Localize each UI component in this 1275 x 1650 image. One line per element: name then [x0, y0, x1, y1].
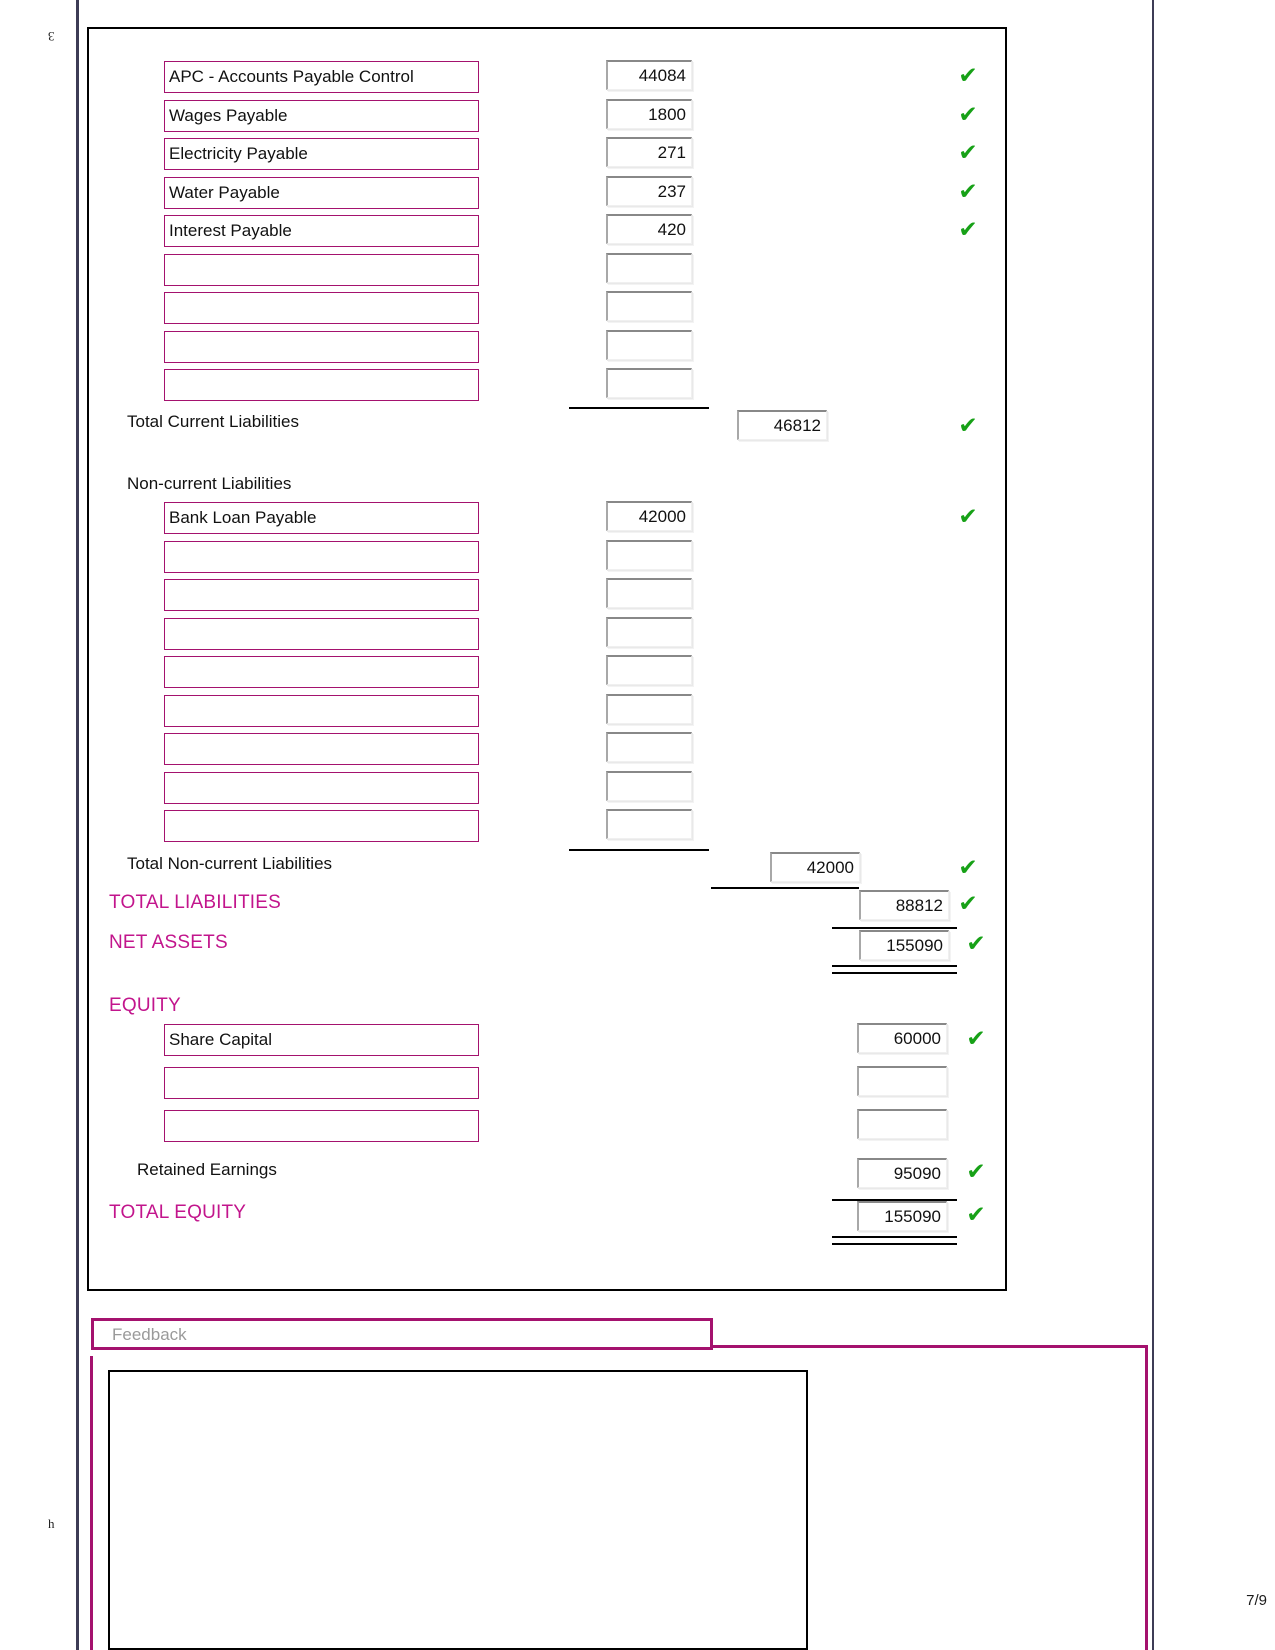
total-current-liabilities-value[interactable]: 46812 — [737, 410, 827, 440]
total-current-liabilities-label: Total Current Liabilities — [127, 412, 299, 431]
account-amount-input-ncl-3[interactable] — [606, 616, 692, 647]
total-liabilities-label: TOTAL LIABILITIES — [109, 892, 281, 913]
account-amount-input-ncl-6[interactable] — [606, 732, 692, 762]
total-liabilities-value[interactable]: 88812 — [859, 890, 949, 920]
account-amount-input-ncl-8[interactable] — [606, 809, 692, 839]
account-name-input-cl-2[interactable]: Electricity Payable — [164, 138, 479, 170]
account-amount-input-ncl-7[interactable] — [606, 770, 692, 801]
account-amount-input-cl-8[interactable] — [606, 368, 692, 398]
total-non-current-liabilities-underline — [711, 887, 859, 889]
row-check-icon-ncl-0: ✔ — [958, 504, 978, 530]
account-amount-input-ncl-2[interactable] — [606, 578, 692, 608]
account-amount-input-cl-4[interactable]: 420 — [606, 214, 692, 244]
feedback-header-box: Feedback — [91, 1318, 713, 1350]
total-equity-double-underline — [832, 1236, 957, 1245]
retained-earnings-check-icon: ✔ — [966, 1159, 986, 1185]
non-current-liabilities-subtotal-rule — [569, 849, 709, 851]
account-amount-input-cl-0[interactable]: 44084 — [606, 60, 692, 90]
account-amount-input-eq-0[interactable]: 60000 — [857, 1023, 947, 1053]
account-name-input-cl-8[interactable] — [164, 369, 479, 401]
net-assets-label: NET ASSETS — [109, 932, 228, 953]
feedback-top-accent-rule — [711, 1345, 1148, 1348]
account-name-input-ncl-5[interactable] — [164, 694, 479, 727]
account-amount-input-eq-2[interactable] — [857, 1109, 947, 1139]
account-amount-input-cl-6[interactable] — [606, 291, 692, 321]
row-check-icon-cl-4: ✔ — [958, 217, 978, 243]
row-check-icon-cl-1: ✔ — [958, 101, 978, 128]
feedback-left-accent-rule — [90, 1356, 93, 1650]
non-current-liabilities-heading: Non-current Liabilities — [127, 474, 292, 493]
account-name-input-ncl-0[interactable]: Bank Loan Payable — [164, 502, 479, 534]
account-name-input-cl-3[interactable]: Water Payable — [164, 176, 479, 209]
account-amount-input-ncl-0[interactable]: 42000 — [606, 501, 692, 531]
account-name-input-cl-5[interactable] — [164, 253, 479, 286]
net-assets-value[interactable]: 155090 — [859, 930, 949, 960]
net-assets-double-underline — [832, 965, 957, 974]
row-check-icon-cl-2: ✔ — [958, 140, 978, 166]
account-name-input-ncl-3[interactable] — [164, 617, 479, 650]
account-amount-input-ncl-1[interactable] — [606, 539, 692, 570]
total-equity-check-icon: ✔ — [966, 1202, 986, 1228]
page-number: 7/9 — [1246, 1592, 1267, 1609]
account-amount-input-cl-2[interactable]: 271 — [606, 137, 692, 167]
retained-earnings-label: Retained Earnings — [137, 1160, 277, 1179]
feedback-label: Feedback — [112, 1325, 187, 1344]
net-assets-check-icon: ✔ — [966, 931, 986, 957]
total-current-liabilities-check-icon: ✔ — [958, 413, 978, 439]
account-name-input-ncl-1[interactable] — [164, 540, 479, 573]
account-amount-input-ncl-5[interactable] — [606, 693, 692, 724]
account-amount-input-cl-5[interactable] — [606, 252, 692, 283]
account-amount-input-cl-1[interactable]: 1800 — [606, 98, 692, 129]
row-check-icon-cl-0: ✔ — [958, 63, 978, 89]
equity-heading: EQUITY — [109, 995, 181, 1016]
total-equity-value[interactable]: 155090 — [857, 1201, 947, 1231]
account-name-input-ncl-7[interactable] — [164, 771, 479, 804]
total-liabilities-underline — [832, 927, 957, 929]
margin-glyph-top: 3 — [48, 29, 55, 44]
total-non-current-liabilities-value[interactable]: 42000 — [770, 852, 860, 882]
account-name-input-eq-2[interactable] — [164, 1110, 479, 1142]
account-amount-input-ncl-4[interactable] — [606, 655, 692, 685]
row-check-icon-cl-3: ✔ — [958, 178, 978, 205]
account-name-input-eq-0[interactable]: Share Capital — [164, 1024, 479, 1056]
total-equity-label: TOTAL EQUITY — [109, 1202, 247, 1223]
account-name-input-ncl-2[interactable] — [164, 579, 479, 611]
retained-earnings-value[interactable]: 95090 — [857, 1158, 947, 1188]
feedback-content-area — [108, 1370, 808, 1650]
total-non-current-liabilities-check-icon: ✔ — [958, 855, 978, 881]
margin-glyph-bottom: ɥ — [48, 1519, 55, 1534]
total-non-current-liabilities-label: Total Non-current Liabilities — [127, 854, 333, 873]
balance-sheet-worksheet: APC - Accounts Payable Control 44084 ✔ Wage… — [87, 27, 1007, 1291]
account-name-input-ncl-4[interactable] — [164, 656, 479, 688]
account-name-input-cl-6[interactable] — [164, 292, 479, 324]
account-amount-input-eq-1[interactable] — [857, 1066, 947, 1096]
account-name-input-ncl-8[interactable] — [164, 810, 479, 842]
page-left-border — [76, 0, 79, 1650]
account-name-input-eq-1[interactable] — [164, 1067, 479, 1099]
current-liabilities-subtotal-rule — [569, 407, 709, 409]
account-name-input-cl-1[interactable]: Wages Payable — [164, 99, 479, 132]
page-right-border — [1152, 0, 1154, 1650]
account-name-input-cl-4[interactable]: Interest Payable — [164, 215, 479, 247]
account-name-input-cl-0[interactable]: APC - Accounts Payable Control — [164, 61, 479, 93]
feedback-right-accent-rule — [1145, 1345, 1148, 1650]
account-name-input-ncl-6[interactable] — [164, 733, 479, 765]
account-name-input-cl-7[interactable] — [164, 330, 479, 363]
row-check-icon-eq-0: ✔ — [966, 1026, 986, 1052]
total-liabilities-check-icon: ✔ — [958, 891, 978, 917]
account-amount-input-cl-3[interactable]: 237 — [606, 175, 692, 206]
account-amount-input-cl-7[interactable] — [606, 329, 692, 360]
